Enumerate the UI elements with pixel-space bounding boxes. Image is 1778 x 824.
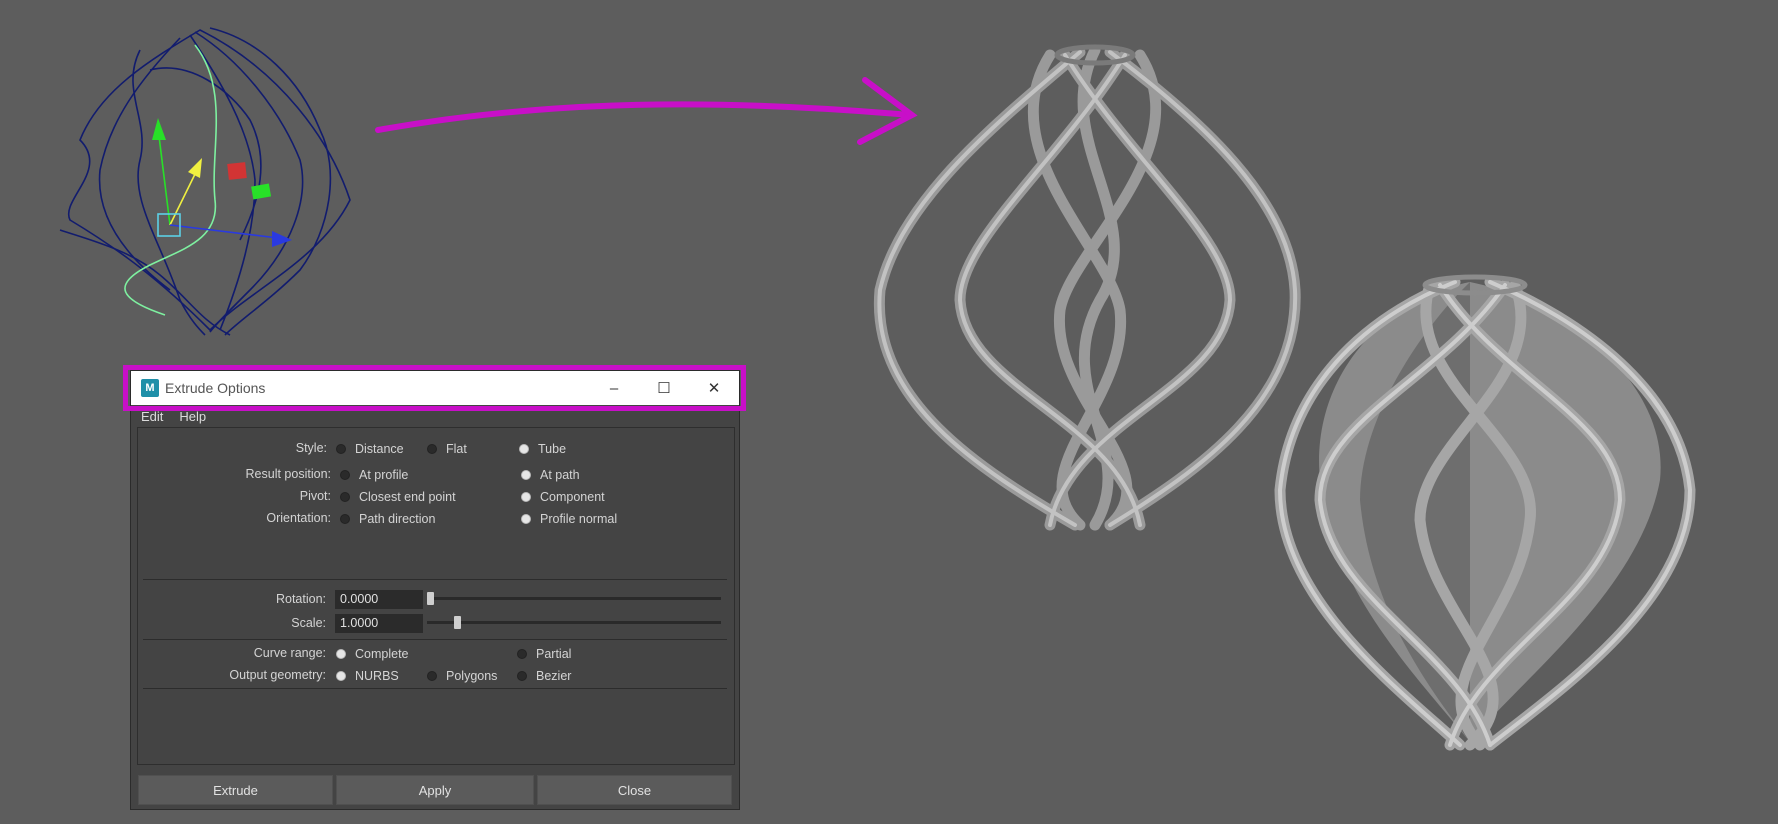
result-position-label: Result position: (245, 467, 331, 481)
extruded-tube-cage (873, 44, 1301, 531)
style-label: Style: (295, 441, 327, 455)
dialog-titlebar[interactable]: M Extrude Options – ☐ ✕ (131, 371, 739, 405)
style-flat-radio[interactable]: Flat (427, 442, 467, 456)
arrow-icon (375, 77, 918, 145)
menu-bar: Edit Help (131, 405, 739, 427)
style-tube-radio[interactable]: Tube (519, 442, 566, 456)
radio-on-icon (519, 444, 529, 454)
result-at-path-radio[interactable]: At path (521, 468, 580, 482)
radio-on-icon (521, 514, 531, 524)
maximize-icon[interactable]: ☐ (639, 371, 689, 405)
radio-off-icon (340, 492, 350, 502)
pivot-closest-end-point-radio[interactable]: Closest end point (340, 490, 456, 504)
output-geometry-label: Output geometry: (229, 668, 326, 682)
menu-help[interactable]: Help (179, 409, 206, 424)
orientation-path-direction-radio[interactable]: Path direction (340, 512, 435, 526)
divider (143, 688, 727, 689)
scale-label: Scale: (291, 616, 326, 630)
extruded-tube-solid (1274, 274, 1696, 751)
dialog-title: Extrude Options (165, 380, 266, 396)
style-distance-radio[interactable]: Distance (336, 442, 404, 456)
scale-slider-track[interactable] (427, 621, 721, 624)
radio-on-icon (336, 649, 346, 659)
scale-field[interactable]: 1.0000 (335, 614, 423, 633)
pivot-component-radio[interactable]: Component (521, 490, 605, 504)
maya-app-icon: M (141, 379, 159, 397)
result-at-profile-radio[interactable]: At profile (340, 468, 408, 482)
pivot-label: Pivot: (299, 489, 331, 503)
output-polygons-radio[interactable]: Polygons (427, 669, 497, 683)
rotation-slider-track[interactable] (427, 597, 721, 600)
radio-off-icon (340, 470, 350, 480)
radio-on-icon (521, 492, 531, 502)
menu-edit[interactable]: Edit (141, 409, 163, 424)
radio-off-icon (427, 444, 437, 454)
radio-on-icon (521, 470, 531, 480)
orientation-label: Orientation: (266, 511, 331, 525)
radio-off-icon (427, 671, 437, 681)
extrude-button[interactable]: Extrude (138, 775, 333, 805)
radio-off-icon (336, 444, 346, 454)
output-nurbs-radio[interactable]: NURBS (336, 669, 399, 683)
extrude-options-dialog: M Extrude Options – ☐ ✕ Edit Help Style:… (131, 371, 739, 809)
radio-off-icon (517, 671, 527, 681)
output-bezier-radio[interactable]: Bezier (517, 669, 571, 683)
close-icon[interactable]: ✕ (689, 371, 739, 405)
divider (143, 639, 727, 640)
curve-range-partial-radio[interactable]: Partial (517, 647, 571, 661)
rotation-field[interactable]: 0.0000 (335, 590, 423, 609)
minimize-icon[interactable]: – (589, 371, 639, 405)
rotation-slider-handle[interactable] (427, 592, 434, 605)
scale-slider-handle[interactable] (454, 616, 461, 629)
orientation-profile-normal-radio[interactable]: Profile normal (521, 512, 617, 526)
close-button[interactable]: Close (537, 775, 732, 805)
move-manipulator[interactable] (152, 118, 292, 247)
radio-off-icon (340, 514, 350, 524)
wireframe-profile-curves (59, 27, 351, 336)
radio-on-icon (336, 671, 346, 681)
curve-range-complete-radio[interactable]: Complete (336, 647, 409, 661)
radio-off-icon (517, 649, 527, 659)
curve-range-label: Curve range: (253, 646, 326, 660)
apply-button[interactable]: Apply (336, 775, 534, 805)
rotation-label: Rotation: (275, 592, 326, 606)
dialog-button-bar: Extrude Apply Close (131, 769, 739, 809)
